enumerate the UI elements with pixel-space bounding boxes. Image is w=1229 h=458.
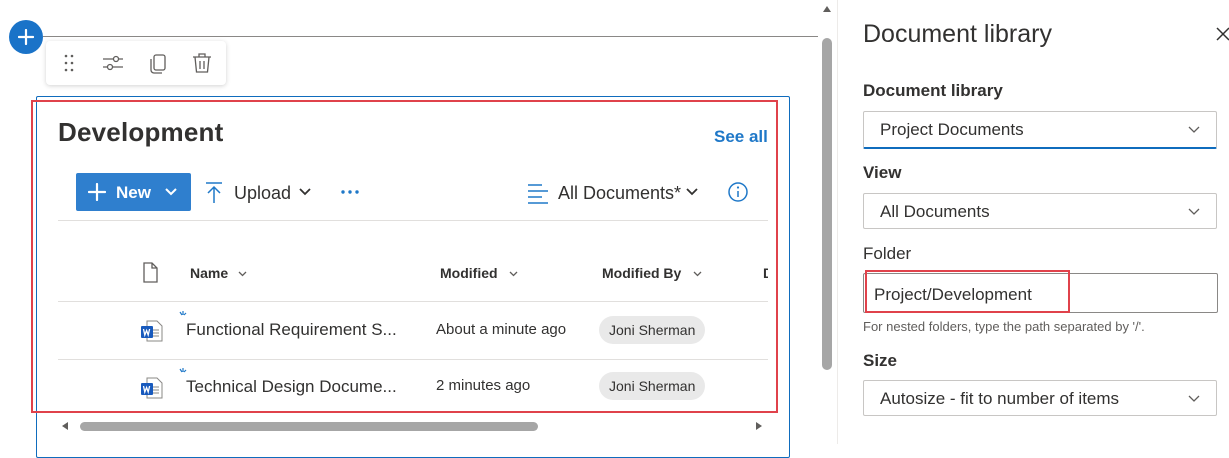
plus-icon: [18, 29, 34, 45]
new-button[interactable]: New: [76, 173, 191, 211]
scroll-left-icon[interactable]: [62, 422, 69, 430]
duplicate-icon[interactable]: [147, 52, 169, 74]
edit-properties-icon[interactable]: [102, 52, 124, 74]
upload-icon: [206, 182, 222, 203]
chevron-down-icon: [165, 188, 177, 196]
size-label: Size: [863, 351, 898, 370]
view-options-icon: [528, 184, 548, 204]
plus-icon: [88, 183, 106, 201]
chevron-down-icon: [509, 271, 518, 277]
webpart-toolbar: [46, 41, 226, 85]
view-selector-label: All Documents*: [558, 183, 682, 203]
file-name-link[interactable]: Technical Design Docume...: [186, 377, 397, 397]
library-dropdown-value: Project Documents: [880, 120, 1024, 139]
file-name-link[interactable]: Functional Requirement S...: [186, 320, 397, 340]
modified-by-persona[interactable]: Joni Sherman: [599, 372, 706, 400]
highlight-box: [865, 270, 1070, 313]
modified-time: 2 minutes ago: [436, 377, 531, 394]
modified-time: About a minute ago: [436, 321, 567, 338]
word-file-icon: [141, 320, 163, 342]
delete-icon[interactable]: [191, 52, 213, 74]
close-icon[interactable]: [1216, 27, 1229, 41]
horizontal-scrollbar-thumb[interactable]: [80, 422, 538, 431]
info-button[interactable]: [727, 181, 749, 203]
upload-label: Upload: [234, 183, 292, 203]
add-section-button[interactable]: [9, 20, 43, 54]
drag-handle-icon[interactable]: [58, 52, 80, 74]
section-divider: [43, 36, 818, 37]
view-selector[interactable]: All Documents*: [527, 181, 702, 205]
library-dropdown[interactable]: Project Documents: [863, 111, 1217, 149]
new-item-icon: [179, 368, 187, 373]
table-row[interactable]: Technical Design Docume... 2 minutes ago…: [58, 360, 768, 412]
scroll-up-icon[interactable]: [823, 5, 831, 13]
chevron-down-icon: [299, 188, 311, 196]
upload-button[interactable]: Upload: [203, 181, 318, 205]
word-file-icon: [141, 377, 163, 399]
folder-hint: For nested folders, type the path separa…: [863, 319, 1145, 334]
size-dropdown-value: Autosize - fit to number of items: [880, 389, 1120, 408]
chevron-down-icon: [1188, 126, 1200, 133]
scroll-right-icon[interactable]: [755, 422, 762, 430]
chevron-down-icon: [238, 271, 247, 277]
more-icon: [341, 190, 359, 194]
column-header-modified[interactable]: Modified: [440, 265, 518, 281]
webpart-title: Development: [58, 117, 224, 147]
see-all-link[interactable]: See all: [714, 127, 768, 147]
column-header-truncated[interactable]: D: [763, 265, 768, 281]
size-dropdown[interactable]: Autosize - fit to number of items: [863, 380, 1217, 416]
command-bar-divider: [58, 220, 768, 221]
document-icon: [143, 262, 158, 283]
chevron-down-icon: [1188, 208, 1200, 215]
view-label: View: [863, 163, 902, 182]
column-header-name[interactable]: Name: [190, 265, 247, 281]
vertical-scrollbar-thumb[interactable]: [822, 38, 832, 370]
property-pane-title: Document library: [863, 20, 1052, 48]
library-label: Document library: [863, 81, 1003, 100]
table-row[interactable]: Functional Requirement S... About a minu…: [58, 302, 768, 359]
folder-label: Folder: [863, 244, 912, 263]
file-type-column-header[interactable]: [142, 262, 159, 283]
chevron-down-icon: [1188, 395, 1200, 402]
info-icon: [728, 182, 748, 202]
view-dropdown-value: All Documents: [880, 202, 990, 221]
chevron-down-icon: [693, 271, 702, 277]
new-item-icon: [179, 311, 187, 316]
new-button-label: New: [116, 183, 151, 202]
view-dropdown[interactable]: All Documents: [863, 193, 1217, 229]
more-actions-button[interactable]: [340, 189, 360, 195]
modified-by-persona[interactable]: Joni Sherman: [599, 316, 706, 344]
column-header-modified-by[interactable]: Modified By: [602, 265, 702, 281]
chevron-down-icon: [686, 188, 698, 196]
